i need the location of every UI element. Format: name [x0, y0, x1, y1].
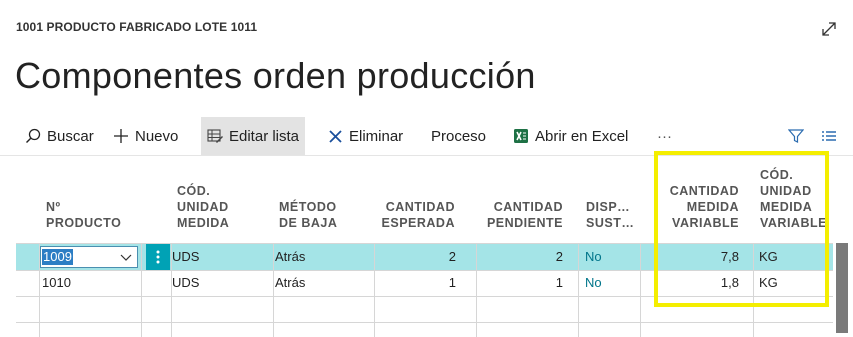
product-no-value: 1009 [42, 249, 73, 265]
flush-method-cell[interactable]: Atrás [275, 270, 305, 296]
grid-line [476, 243, 477, 337]
list-icon [822, 131, 836, 141]
more-options-button[interactable]: ··· [657, 117, 672, 155]
edit-list-icon [207, 129, 223, 143]
uom-cell[interactable]: UDS [172, 244, 199, 270]
excel-label: Abrir en Excel [535, 127, 629, 145]
flush-method-cell[interactable]: Atrás [275, 244, 305, 270]
delete-icon [329, 129, 342, 143]
expand-icon[interactable] [820, 20, 838, 38]
grid-line [273, 243, 274, 337]
remaining-qty-cell[interactable]: 1 [483, 270, 563, 296]
filter-button[interactable] [788, 117, 810, 155]
page-title: Componentes orden producción [15, 55, 536, 96]
new-label: Nuevo [135, 127, 179, 145]
search-icon [26, 128, 41, 143]
list-view-button[interactable] [821, 117, 843, 155]
grid-line [39, 243, 40, 337]
edit-list-button[interactable]: Editar lista [201, 117, 306, 155]
grid-line [640, 243, 641, 337]
chevron-down-icon[interactable] [119, 250, 133, 264]
more-label: ··· [657, 127, 672, 145]
header-flushing-method[interactable]: MÉTODO DE BAJA [279, 199, 337, 231]
header-substitute-available[interactable]: DISP… SUST… [586, 199, 634, 231]
header-product-no[interactable]: Nº PRODUCTO [46, 199, 121, 231]
page-caption: 1001 PRODUCTO FABRICADO LOTE 1011 [16, 20, 258, 34]
substitute-cell[interactable]: No [585, 270, 602, 296]
grid-line [578, 243, 579, 337]
vertical-scrollbar[interactable] [836, 243, 848, 333]
new-button[interactable]: Nuevo [113, 117, 178, 155]
header-remaining-qty[interactable]: CANTIDAD PENDIENTE [478, 199, 563, 231]
process-menu[interactable]: Proceso [431, 117, 486, 155]
edit-list-label: Editar lista [229, 127, 300, 145]
grid-line [16, 322, 833, 323]
excel-icon [514, 129, 528, 143]
product-no-dropdown[interactable]: 1009 [40, 246, 138, 268]
remaining-qty-cell[interactable]: 2 [483, 244, 563, 270]
delete-label: Eliminar [349, 127, 404, 145]
search-button[interactable]: Buscar [25, 117, 94, 155]
expected-qty-cell[interactable]: 2 [376, 244, 456, 270]
plus-icon [114, 129, 128, 143]
substitute-cell[interactable]: No [585, 244, 602, 270]
expected-qty-cell[interactable]: 1 [376, 270, 456, 296]
open-in-excel-button[interactable]: Abrir en Excel [513, 117, 628, 155]
grid-line [374, 243, 375, 337]
process-label: Proceso [431, 127, 487, 145]
grid-line [171, 243, 172, 337]
more-vertical-icon [156, 250, 160, 264]
grid-line [141, 243, 142, 337]
product-no-cell[interactable]: 1010 [42, 270, 71, 296]
delete-button[interactable]: Eliminar [328, 117, 403, 155]
header-expected-qty[interactable]: CANTIDAD ESPERADA [375, 199, 455, 231]
search-label: Buscar [47, 127, 94, 145]
uom-cell[interactable]: UDS [172, 270, 199, 296]
filter-icon [788, 129, 804, 143]
row-actions-button[interactable] [146, 244, 170, 270]
annotation-highlight-box [654, 151, 829, 307]
header-uom-code[interactable]: CÓD. UNIDAD MEDIDA [177, 183, 229, 231]
